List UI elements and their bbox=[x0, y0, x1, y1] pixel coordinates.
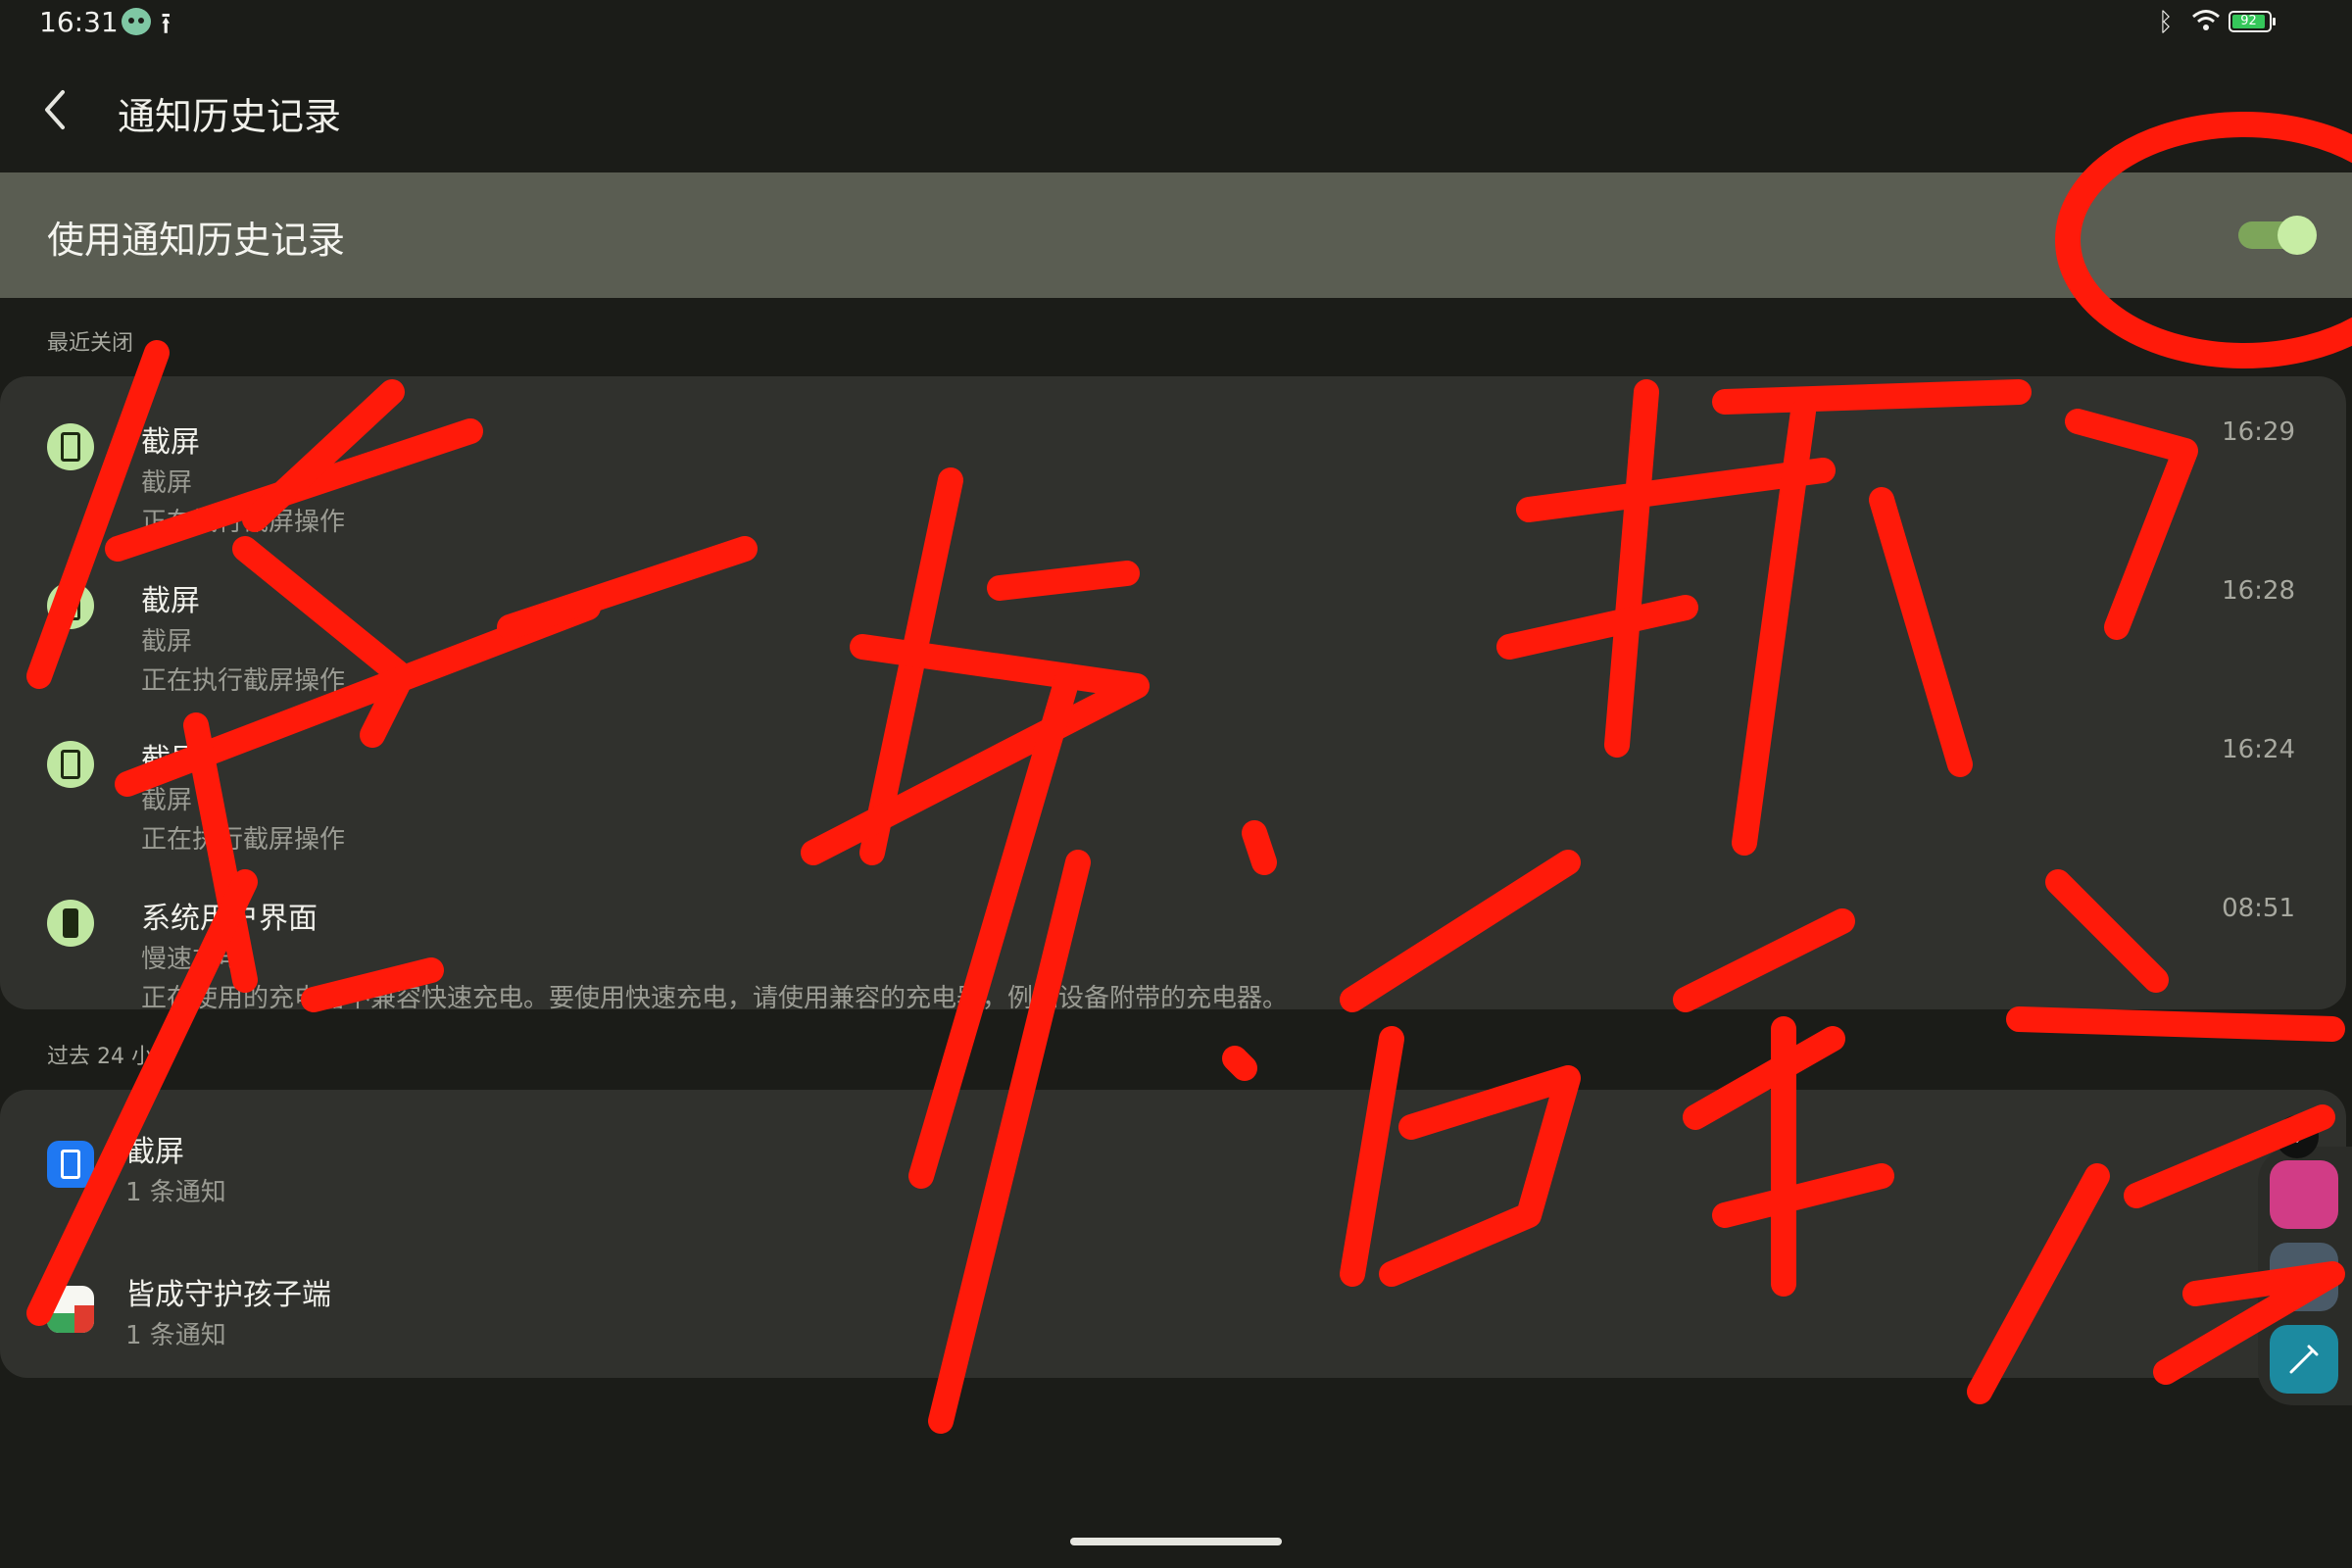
item-line1: 截屏 bbox=[141, 627, 193, 657]
master-switch-label: 使用通知历史记录 bbox=[47, 219, 346, 262]
list-item[interactable]: 截屏 截屏 正在执行截屏操作 16:29 bbox=[0, 376, 2346, 537]
item-line1: 慢速充电 bbox=[141, 945, 244, 974]
item-line1: 截屏 bbox=[141, 786, 193, 815]
list-item[interactable]: 系统用户界面 慢速充电 正在使用的充电器不兼容快速充电。要使用快速充电，请使用兼… bbox=[0, 853, 2346, 1013]
item-title: 截屏 bbox=[141, 743, 200, 777]
item-sub: 1 条通知 bbox=[125, 1321, 226, 1350]
app-icon bbox=[47, 1286, 94, 1333]
screenshot-app-icon bbox=[47, 1141, 94, 1188]
item-line2: 正在执行截屏操作 bbox=[141, 825, 346, 855]
item-line2: 正在执行截屏操作 bbox=[141, 508, 346, 537]
list-item[interactable]: 截屏 1 条通知 bbox=[0, 1090, 2346, 1233]
battery-icon bbox=[47, 900, 94, 947]
page-title: 通知历史记录 bbox=[118, 95, 342, 138]
item-time: 16:24 bbox=[2222, 735, 2295, 764]
item-line2: 正在使用的充电器不兼容快速充电。要使用快速充电，请使用兼容的充电器，例如设备附带… bbox=[141, 984, 1289, 1013]
item-title: 系统用户界面 bbox=[141, 902, 318, 936]
list-item[interactable]: 截屏 截屏 正在执行截屏操作 16:24 bbox=[0, 694, 2346, 855]
item-sub: 1 条通知 bbox=[125, 1178, 226, 1207]
list-item[interactable]: 皆成守护孩子端 1 条通知 bbox=[0, 1233, 2346, 1378]
item-time: 16:28 bbox=[2222, 576, 2295, 606]
collapse-icon[interactable] bbox=[2276, 1115, 2319, 1158]
battery-icon: 92 bbox=[2229, 11, 2276, 32]
upload-icon: ⭱ bbox=[161, 7, 172, 41]
list-item[interactable]: 截屏 截屏 正在执行截屏操作 16:28 bbox=[0, 535, 2346, 696]
item-title: 截屏 bbox=[125, 1135, 184, 1169]
screenshot-icon bbox=[47, 423, 94, 470]
past24-card: 截屏 1 条通知 皆成守护孩子端 1 条通知 bbox=[0, 1090, 2346, 1378]
bluetooth-icon: ᛒ bbox=[2158, 8, 2174, 37]
battery-level: 92 bbox=[2232, 15, 2266, 28]
section-header-recent: 最近关闭 bbox=[47, 331, 134, 356]
item-title: 皆成守护孩子端 bbox=[125, 1278, 331, 1312]
capture-icon[interactable] bbox=[2270, 1243, 2338, 1311]
item-time: 16:29 bbox=[2222, 417, 2295, 447]
wifi-icon bbox=[2192, 10, 2220, 30]
record-icon[interactable] bbox=[2270, 1160, 2338, 1229]
item-title: 截屏 bbox=[141, 584, 200, 618]
item-time: 08:51 bbox=[2222, 894, 2295, 923]
item-line1: 截屏 bbox=[141, 468, 193, 498]
status-bar: 16:31 ⭱ ᛒ 92 bbox=[0, 0, 2352, 47]
chevron-left-icon[interactable] bbox=[29, 80, 84, 139]
item-line2: 正在执行截屏操作 bbox=[141, 666, 346, 696]
screenshot-icon bbox=[47, 582, 94, 629]
stroke bbox=[2006, 1006, 2345, 1042]
gesture-handle[interactable] bbox=[1070, 1538, 1282, 1545]
use-notification-history-row[interactable]: 使用通知历史记录 bbox=[0, 172, 2352, 298]
notification-history-toggle[interactable] bbox=[2238, 216, 2317, 255]
recent-card: 截屏 截屏 正在执行截屏操作 16:29 截屏 截屏 正在执行截屏操作 16:2… bbox=[0, 376, 2346, 1013]
item-title: 截屏 bbox=[141, 425, 200, 460]
app-bar: 通知历史记录 bbox=[0, 59, 2352, 167]
app-notification-icon bbox=[122, 8, 151, 35]
stroke bbox=[1222, 1046, 1257, 1081]
section-header-24h: 过去 24 小时 bbox=[47, 1045, 174, 1069]
screenshot-icon bbox=[47, 741, 94, 788]
pen-icon[interactable] bbox=[2270, 1325, 2338, 1394]
status-time: 16:31 bbox=[39, 6, 119, 38]
toggle-thumb bbox=[2278, 216, 2317, 255]
